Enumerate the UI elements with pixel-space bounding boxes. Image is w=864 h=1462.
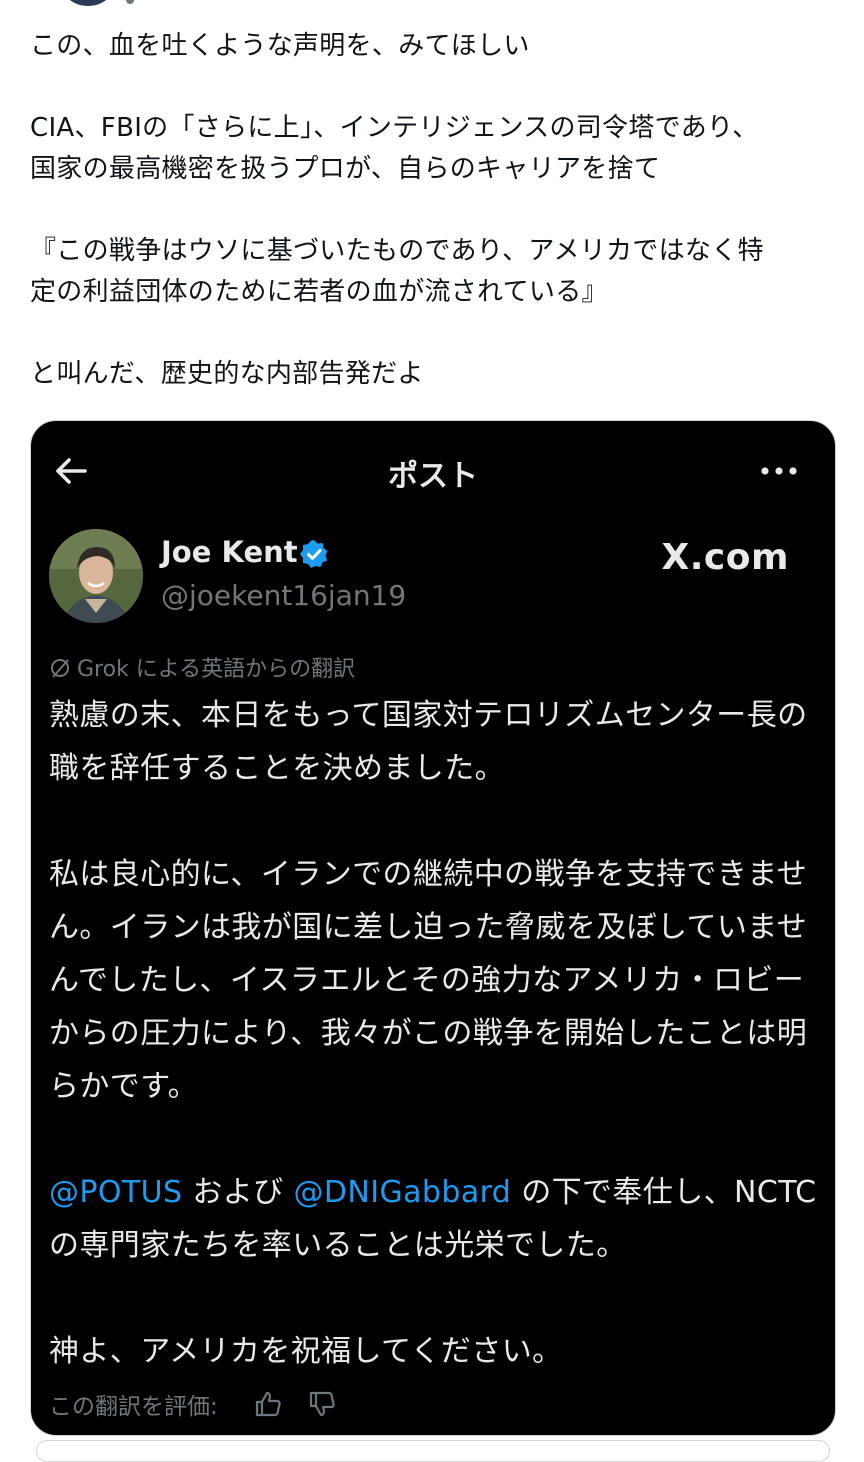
verified-badge-icon — [300, 540, 328, 568]
author-avatar — [49, 529, 143, 623]
post-paragraph: 私は良心的に、イランでの継続中の戦争を支持できません。イランは我が国に差し迫った… — [49, 857, 808, 1104]
post-paragraph-mentions: @POTUS および @DNIGabbard の下で奉仕し、NCTC の専門家た… — [49, 1166, 819, 1272]
avatar-portrait-icon — [49, 529, 143, 623]
thumbs-up-icon — [255, 1391, 281, 1417]
tweet-paragraph: CIA、FBIの「さらに上」、インテリジェンスの司令塔であり、 国家の最高機密を… — [30, 113, 759, 184]
translation-note-text: Grok による英語からの翻訳 — [77, 657, 356, 682]
tweet-text: この、血を吐くような声明を、みてほしい CIA、FBIの「さらに上」、インテリジ… — [30, 26, 850, 395]
more-options-icon — [761, 467, 797, 475]
post-header-title: ポスト — [388, 459, 478, 494]
author-handle: @joekent16jan19 — [161, 579, 407, 612]
post-text: および — [182, 1175, 294, 1210]
post-paragraph: 神よ、アメリカを祝福してください。 — [49, 1334, 563, 1369]
x-com-logo: X.com — [661, 537, 789, 578]
grok-icon — [51, 659, 69, 678]
post-header: ポスト — [31, 421, 835, 521]
post-paragraph: 熟慮の末、本日をもって国家対テロリズムセンター長の職を辞任することを決めました。 — [49, 698, 808, 786]
thumbs-down-icon — [309, 1391, 335, 1417]
author-name: Joe Kent — [161, 535, 298, 569]
tweet-paragraph: と叫んだ、歴史的な内部告発だよ — [30, 359, 424, 389]
post-body: 熟慮の末、本日をもって国家対テロリズムセンター長の職を辞任することを決めました。… — [49, 689, 819, 1378]
mention-dnigabbard: @DNIGabbard — [293, 1175, 512, 1210]
next-card-edge — [36, 1440, 830, 1462]
tweet-paragraph: 『この戦争はウソに基づいたものであり、アメリカではなく特 定の利益団体のために若… — [30, 236, 764, 307]
tweet-paragraph: この、血を吐くような声明を、みてほしい — [30, 31, 530, 61]
dot-icon — [126, 0, 134, 4]
attached-image[interactable]: ポスト Joe Kent @joekent16jan19 X.com Grok … — [30, 420, 836, 1436]
author-avatar-partial[interactable] — [60, 0, 116, 6]
rate-translation-label: この翻訳を評価: — [49, 1394, 218, 1420]
translation-note: Grok による英語からの翻訳 — [49, 651, 355, 683]
mention-potus: @POTUS — [49, 1175, 183, 1210]
